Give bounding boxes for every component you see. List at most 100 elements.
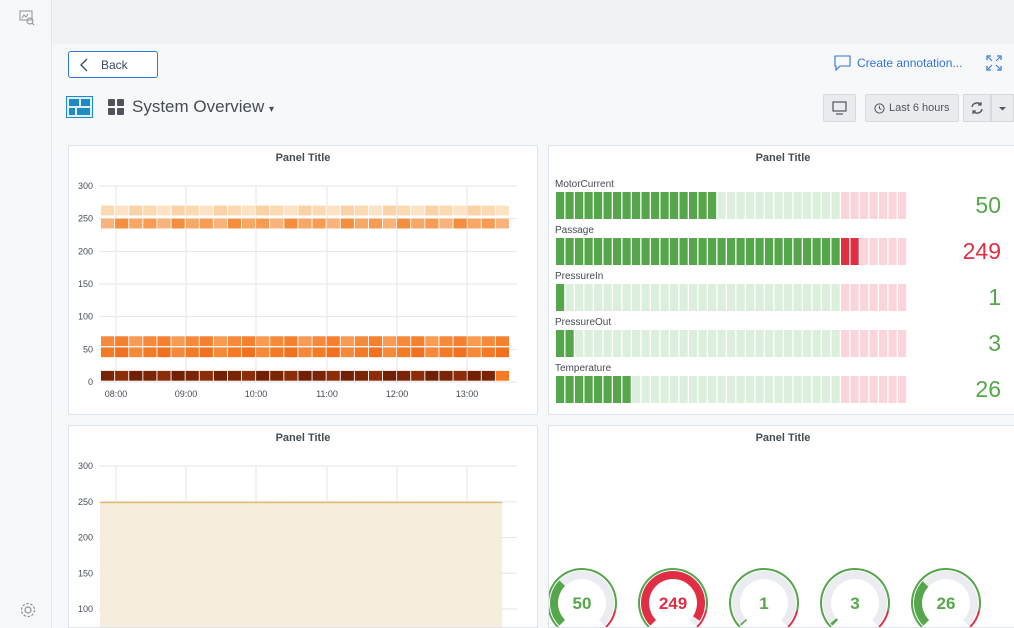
heatmap-cell [298,205,312,216]
bar-gauge-cell [622,284,631,311]
bar-gauge-cell [727,192,736,219]
bar-gauge-cell [860,192,869,219]
bar-gauge-cell [869,330,878,357]
heatmap-cell [256,370,270,381]
heatmap-cell [171,218,185,229]
bar-gauge-cell [803,238,812,265]
bar-gauge-cell [717,192,726,219]
bar-gauge-cell [594,238,603,265]
bar-gauge-bar [556,284,907,311]
heatmap-cell [383,347,397,358]
bar-gauge-cell [822,238,831,265]
bar-gauge-cell [860,238,869,265]
heatmap-cell [467,336,481,347]
bar-gauge-cell [698,330,707,357]
bar-gauge-cell [594,376,603,403]
tv-mode-button[interactable] [823,94,856,122]
bar-gauge-cell [755,284,764,311]
heatmap-cell [143,336,157,347]
heatmap-cell [171,370,185,381]
refresh-interval-dropdown[interactable] [991,94,1014,122]
heatmap-cell [199,370,213,381]
bar-gauge-cell [670,330,679,357]
bar-gauge-cell [803,330,812,357]
bar-gauge-cell [556,192,565,219]
y-tick-label: 250 [78,497,93,507]
bar-gauge-cell [670,192,679,219]
bar-gauge-cell [689,192,698,219]
bar-gauge-cell [831,284,840,311]
area-chart: 100 150 200 250 300 [78,461,517,627]
bar-gauge-cell [556,376,565,403]
bar-gauge-cell [632,376,641,403]
gear-icon[interactable] [19,601,37,619]
bar-gauge-cell [584,284,593,311]
refresh-icon [971,102,983,114]
bar-gauge-cell [812,330,821,357]
heatmap-cell [383,218,397,229]
bar-gauge-cell [898,238,907,265]
heatmap-cell [453,370,467,381]
heatmap-panel: Panel Title 0 50 100 150 200 250 300 08:00 09:00… [68,145,538,415]
bar-gauge-cell [613,284,622,311]
bar-gauge-cell [898,284,907,311]
create-annotation-link[interactable]: Create annotation... [834,55,962,71]
heatmap-cell [439,336,453,347]
bar-gauge-cell [708,192,717,219]
bar-gauge-cell [841,192,850,219]
gauge-value: 249 [659,594,687,613]
heatmap-cell [326,370,340,381]
heatmap-cell [425,218,439,229]
panel-title[interactable]: Panel Title [549,152,1014,164]
bar-gauge-cell [803,192,812,219]
x-tick-label: 08:00 [105,389,128,399]
bar-gauge-cell [793,192,802,219]
bar-gauge-value: 249 [962,238,1001,264]
heatmap-cell [199,205,213,216]
bar-gauge-cell [603,376,612,403]
heatmap-cell [383,370,397,381]
bar-gauge-cell [746,192,755,219]
heatmap-cell [129,205,143,216]
gauge: 1PressureIn [729,568,799,627]
bar-gauge-cell [765,376,774,403]
bar-gauge-bar [556,192,907,219]
dashboard-title[interactable]: System Overview ▾ [132,97,274,117]
bar-gauge-cell [575,330,584,357]
heatmap-cell [368,218,383,229]
heatmap-cell [467,218,481,229]
bar-gauge-cell [898,330,907,357]
back-button[interactable]: Back [68,51,158,78]
heatmap-cell [411,370,425,381]
heatmap-cell [101,347,115,358]
bar-gauge-cell [575,284,584,311]
heatmap-cell [411,218,425,229]
refresh-button[interactable] [963,94,991,122]
bar-gauge-cell [689,238,698,265]
bar-gauge-cell [565,192,574,219]
bar-gauge-label: PressureIn [555,271,604,282]
heatmap-cell [354,370,368,381]
bar-gauge-cell [784,376,793,403]
heatmap-cell [354,218,368,229]
time-range-button[interactable]: Last 6 hours [865,94,959,122]
sidebar [0,0,52,628]
bar-gauge-cell [831,330,840,357]
dashboard-icon[interactable] [66,96,93,118]
caret-down-icon: ▾ [268,104,275,115]
bar-gauge-cell [594,284,603,311]
bar-gauge-cell [603,284,612,311]
bar-gauge-cell [632,192,641,219]
heatmap-cell [171,347,185,358]
bar-gauge-cell [698,376,707,403]
heatmap-cell [171,205,185,216]
expand-icon[interactable] [986,55,1002,71]
bar-gauge-cell [879,192,888,219]
bar-gauge-cell [660,330,669,357]
heatmap-cell [157,205,171,216]
heatmap-cell [481,218,495,229]
bar-gauge-cell [784,192,793,219]
heatmap-cell [171,336,185,347]
bar-gauge-cell [679,330,688,357]
monitor-search-icon[interactable] [19,10,35,26]
